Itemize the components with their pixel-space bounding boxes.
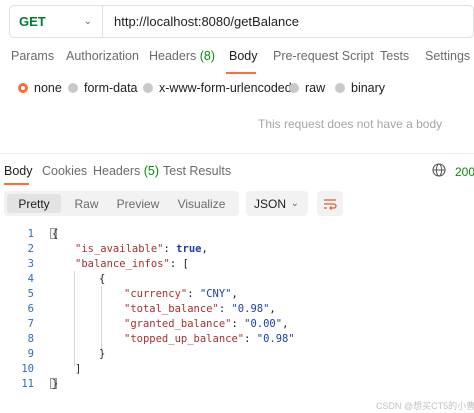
option-urlencoded[interactable]: x-www-form-urlencoded xyxy=(143,81,292,95)
option-none-label: none xyxy=(34,81,62,95)
line-number: 9 xyxy=(27,348,34,360)
tab-headers[interactable]: Headers (8) xyxy=(149,49,215,63)
tab-headers-count: (8) xyxy=(199,49,216,63)
line-number: 6 xyxy=(27,303,34,315)
body-type-options: none form-data x-www-form-urlencoded raw… xyxy=(0,81,474,97)
url-input[interactable]: http://localhost:8080/getBalance xyxy=(103,14,299,29)
method-label: GET xyxy=(19,14,46,29)
response-tab-cookies[interactable]: Cookies xyxy=(42,164,87,178)
format-select[interactable]: JSON ⌄ xyxy=(246,191,308,216)
json-value: true xyxy=(176,243,202,255)
json-line: "currency": "CNY", xyxy=(124,288,238,300)
json-line: { xyxy=(99,273,105,285)
json-brace: } xyxy=(99,348,106,360)
tab-authorization[interactable]: Authorization xyxy=(66,49,139,63)
view-mode-control: Pretty Raw Preview Visualize xyxy=(4,191,239,216)
indent-guide xyxy=(74,271,75,366)
radio-icon xyxy=(68,83,78,93)
radio-selected-icon xyxy=(18,83,28,93)
json-key: "topped_up_balance" xyxy=(124,333,245,345)
json-bracket: [ xyxy=(182,258,189,270)
wrap-lines-button[interactable] xyxy=(317,191,343,216)
json-value: "0.98" xyxy=(256,333,295,345)
line-number: 11 xyxy=(21,378,34,390)
json-value: "CNY" xyxy=(199,288,232,300)
option-urlencoded-label: x-www-form-urlencoded xyxy=(159,81,292,95)
option-raw-label: raw xyxy=(305,81,326,95)
json-key: "total_balance" xyxy=(124,303,219,315)
json-line: "granted_balance": "0.00", xyxy=(124,318,289,330)
response-tab-test-results[interactable]: Test Results xyxy=(163,164,231,178)
json-brace: { xyxy=(52,228,59,240)
json-line: "topped_up_balance": "0.98" xyxy=(124,333,295,345)
option-form-data-label: form-data xyxy=(84,81,138,95)
tab-tests[interactable]: Tests xyxy=(380,49,409,63)
view-visualize-button[interactable]: Visualize xyxy=(168,194,235,213)
option-binary[interactable]: binary xyxy=(335,81,385,95)
radio-icon xyxy=(289,83,299,93)
json-key: "granted_balance" xyxy=(124,318,232,330)
empty-body-message: This request does not have a body xyxy=(258,117,443,131)
view-pretty-button[interactable]: Pretty xyxy=(7,194,61,213)
tab-body[interactable]: Body xyxy=(229,49,258,63)
json-value: "0.00" xyxy=(244,318,283,330)
json-line: ] xyxy=(75,363,81,375)
line-number: 2 xyxy=(27,243,34,255)
response-tab-headers-count: (5) xyxy=(143,164,160,178)
response-tab-body[interactable]: Body xyxy=(4,164,33,178)
json-brace: } xyxy=(52,378,59,390)
radio-icon xyxy=(335,83,345,93)
json-line: "balance_infos": [ xyxy=(75,258,189,270)
response-tabs: Body Cookies Headers (5) Test Results xyxy=(0,164,474,184)
line-number: 3 xyxy=(27,258,34,270)
json-key: "balance_infos" xyxy=(75,258,170,270)
globe-icon[interactable] xyxy=(432,163,446,177)
line-number: 8 xyxy=(27,333,34,345)
indent-guide xyxy=(101,286,102,351)
active-tab-indicator xyxy=(226,72,256,74)
format-label: JSON xyxy=(254,196,287,211)
line-number: 7 xyxy=(27,318,34,330)
status-code[interactable]: 200 xyxy=(455,165,474,179)
method-select[interactable]: GET ⌄ xyxy=(10,6,103,37)
json-line: } xyxy=(52,378,58,390)
line-number: 1 xyxy=(27,228,34,240)
option-binary-label: binary xyxy=(351,81,386,95)
response-tab-headers[interactable]: Headers (5) xyxy=(93,164,159,178)
json-key: "currency" xyxy=(124,288,188,300)
option-raw[interactable]: raw xyxy=(289,81,325,95)
view-raw-button[interactable]: Raw xyxy=(64,194,109,213)
json-line: "total_balance": "0.98", xyxy=(124,303,276,315)
tab-headers-label: Headers xyxy=(149,49,197,63)
tab-params[interactable]: Params xyxy=(11,49,54,63)
response-body-viewer[interactable]: 1 2 3 4 5 6 7 8 9 10 11 { "is_available"… xyxy=(0,226,474,391)
line-number: 10 xyxy=(21,363,34,375)
option-form-data[interactable]: form-data xyxy=(68,81,138,95)
radio-icon xyxy=(143,83,153,93)
json-value: "0.98" xyxy=(231,303,270,315)
view-preview-button[interactable]: Preview xyxy=(112,194,164,213)
request-tabs: Params Authorization Headers (8) Body Pr… xyxy=(0,49,474,69)
line-number: 5 xyxy=(27,288,34,300)
json-key: "is_available" xyxy=(75,243,164,255)
json-bracket: ] xyxy=(75,363,82,375)
json-line: "is_available": true, xyxy=(75,243,208,255)
tab-settings[interactable]: Settings xyxy=(425,49,470,63)
response-active-tab-indicator xyxy=(4,183,29,185)
line-number: 4 xyxy=(27,273,34,285)
response-tab-headers-label: Headers xyxy=(93,164,141,178)
chevron-down-icon: ⌄ xyxy=(290,198,299,209)
watermark: CSDN @想买CT5的小曹 xyxy=(376,401,474,411)
tab-prerequest-script[interactable]: Pre-request Script xyxy=(273,49,374,63)
json-line: } xyxy=(99,348,105,360)
json-brace: { xyxy=(99,273,106,285)
option-none[interactable]: none xyxy=(18,81,62,95)
json-line: { xyxy=(52,228,58,240)
chevron-down-icon: ⌄ xyxy=(83,16,92,27)
wrap-lines-icon xyxy=(324,198,337,210)
url-bar: GET ⌄ http://localhost:8080/getBalance xyxy=(9,5,474,38)
pane-divider[interactable] xyxy=(0,153,474,154)
